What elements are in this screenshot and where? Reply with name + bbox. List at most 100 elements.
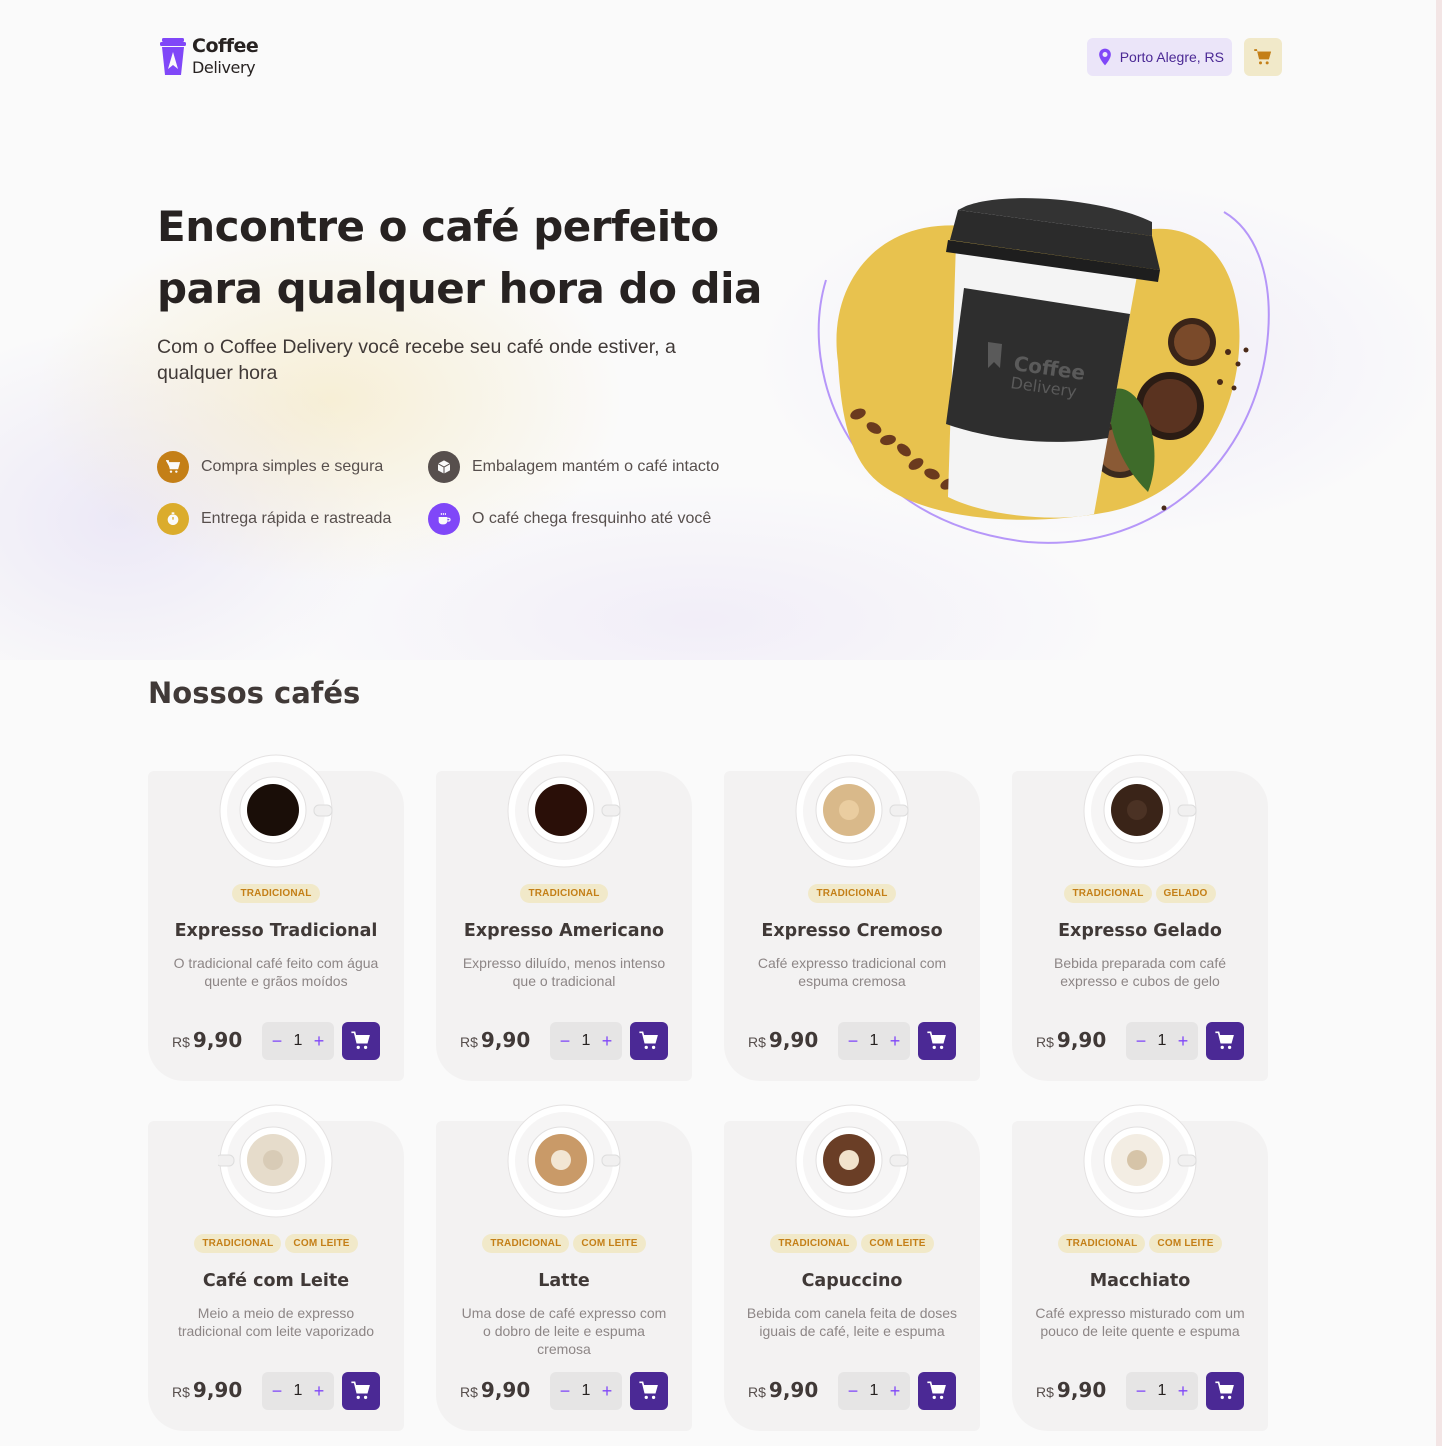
- logo-cup-icon: [160, 38, 186, 75]
- product-name: Expresso Americano: [463, 921, 665, 941]
- location-label: Porto Alegre, RS: [1119, 49, 1224, 65]
- price: R$ 9,90: [460, 1378, 530, 1402]
- product-description: Uma dose de café expresso com o dobro de…: [461, 1305, 667, 1357]
- header: Coffee Delivery Porto Alegre, RS: [160, 36, 1282, 78]
- plus-icon[interactable]: +: [1176, 1382, 1190, 1400]
- product-tag: TRADICIONAL: [194, 1234, 282, 1253]
- currency-symbol: R$: [748, 1034, 766, 1050]
- product-card: TRADICIONAL GELADO Expresso Gelado Bebida…: [1012, 754, 1268, 1081]
- cart-icon: [639, 1381, 658, 1400]
- quantity-stepper: − 1 +: [262, 1372, 334, 1410]
- product-tag: TRADICIONAL: [482, 1234, 570, 1253]
- product-card: TRADICIONAL Expresso Tradicional O tradi…: [148, 754, 404, 1081]
- add-to-cart-button[interactable]: [1206, 1022, 1244, 1060]
- plus-icon[interactable]: +: [888, 1032, 902, 1050]
- product-card: TRADICIONAL COM LEITE Macchiato Café expr…: [1012, 1104, 1268, 1431]
- plus-icon[interactable]: +: [312, 1032, 326, 1050]
- quantity-value: 1: [1157, 1382, 1167, 1399]
- logo[interactable]: Coffee Delivery: [160, 36, 259, 78]
- package-icon: [428, 451, 460, 483]
- cart-icon: [927, 1381, 946, 1400]
- plus-icon[interactable]: +: [1176, 1032, 1190, 1050]
- add-to-cart-button[interactable]: [630, 1022, 668, 1060]
- product-description: Meio a meio de expresso tradicional com …: [177, 1305, 375, 1339]
- section-title: Nossos cafés: [148, 676, 361, 710]
- tag-list: TRADICIONAL COM LEITE: [148, 1234, 404, 1253]
- minus-icon[interactable]: −: [270, 1382, 284, 1400]
- plus-icon[interactable]: +: [312, 1382, 326, 1400]
- cart-icon: [1215, 1381, 1234, 1400]
- add-to-cart-button[interactable]: [342, 1022, 380, 1060]
- card-footer: R$ 9,90 − 1 +: [1036, 1372, 1244, 1410]
- product-description: O tradicional café feito com água quente…: [173, 955, 379, 989]
- minus-icon[interactable]: −: [270, 1032, 284, 1050]
- add-to-cart-button[interactable]: [918, 1022, 956, 1060]
- tag-list: TRADICIONAL COM LEITE: [1012, 1234, 1268, 1253]
- coffee-cup-image: [507, 1104, 621, 1218]
- feature-item: Compra simples e segura: [157, 451, 383, 483]
- price-value: 9,90: [480, 1028, 531, 1052]
- currency-symbol: R$: [748, 1384, 766, 1400]
- product-name: Expresso Gelado: [1058, 921, 1222, 941]
- feature-label: Entrega rápida e rastreada: [201, 510, 392, 527]
- quantity-value: 1: [581, 1032, 591, 1049]
- add-to-cart-button[interactable]: [918, 1372, 956, 1410]
- hero-subtitle: Com o Coffee Delivery você recebe seu ca…: [157, 336, 676, 384]
- header-cart-button[interactable]: [1244, 38, 1282, 76]
- product-name: Macchiato: [1089, 1271, 1191, 1291]
- minus-icon[interactable]: −: [558, 1382, 572, 1400]
- plus-icon[interactable]: +: [600, 1382, 614, 1400]
- feature-item: O café chega fresquinho até você: [428, 503, 711, 535]
- location-badge[interactable]: Porto Alegre, RS: [1086, 38, 1232, 76]
- minus-icon[interactable]: −: [846, 1032, 860, 1050]
- minus-icon[interactable]: −: [558, 1032, 572, 1050]
- minus-icon[interactable]: −: [1134, 1382, 1148, 1400]
- quantity-stepper: − 1 +: [838, 1372, 910, 1410]
- tag-list: TRADICIONAL GELADO: [1012, 884, 1268, 903]
- price-value: 9,90: [480, 1378, 531, 1402]
- timer-icon: [157, 503, 189, 535]
- product-description: Café expresso tradicional com espuma cre…: [757, 955, 947, 989]
- price: R$ 9,90: [172, 1378, 242, 1402]
- price: R$ 9,90: [1036, 1028, 1106, 1052]
- currency-symbol: R$: [460, 1384, 478, 1400]
- price: R$ 9,90: [748, 1378, 818, 1402]
- quantity-stepper: − 1 +: [1126, 1372, 1198, 1410]
- minus-icon[interactable]: −: [846, 1382, 860, 1400]
- feature-label: Compra simples e segura: [201, 458, 384, 475]
- product-tag: COM LEITE: [285, 1234, 358, 1253]
- coffee-cup-image: [219, 754, 333, 868]
- product-tag: TRADICIONAL: [1064, 884, 1152, 903]
- coffee-cup-image: [795, 1104, 909, 1218]
- coffee-cup-image: [795, 754, 909, 868]
- product-tag: GELADO: [1155, 884, 1216, 903]
- cart-icon: [157, 451, 189, 483]
- cart-icon: [1215, 1031, 1234, 1050]
- tag-list: TRADICIONAL: [436, 884, 692, 903]
- add-to-cart-button[interactable]: [342, 1372, 380, 1410]
- product-name: Expresso Cremoso: [761, 921, 943, 941]
- add-to-cart-button[interactable]: [630, 1372, 668, 1410]
- card-footer: R$ 9,90 − 1 +: [1036, 1022, 1244, 1060]
- price: R$ 9,90: [748, 1028, 818, 1052]
- price-value: 9,90: [768, 1028, 819, 1052]
- price-value: 9,90: [192, 1378, 243, 1402]
- plus-icon[interactable]: +: [600, 1032, 614, 1050]
- quantity-value: 1: [293, 1382, 303, 1399]
- card-footer: R$ 9,90 − 1 +: [460, 1372, 668, 1410]
- product-tag: TRADICIONAL: [520, 884, 608, 903]
- quantity-stepper: − 1 +: [550, 1372, 622, 1410]
- product-description: Bebida preparada com café expresso e cub…: [1054, 955, 1226, 989]
- minus-icon[interactable]: −: [1134, 1032, 1148, 1050]
- currency-symbol: R$: [1036, 1034, 1054, 1050]
- feature-item: Entrega rápida e rastreada: [157, 503, 391, 535]
- currency-symbol: R$: [172, 1034, 190, 1050]
- coffee-cup-image: [507, 754, 621, 868]
- price: R$ 9,90: [1036, 1378, 1106, 1402]
- add-to-cart-button[interactable]: [1206, 1372, 1244, 1410]
- product-description: Expresso diluído, menos intenso que o tr…: [462, 955, 666, 989]
- currency-symbol: R$: [460, 1034, 478, 1050]
- plus-icon[interactable]: +: [888, 1382, 902, 1400]
- price: R$ 9,90: [172, 1028, 242, 1052]
- product-card: TRADICIONAL COM LEITE Capuccino Bebida co…: [724, 1104, 980, 1431]
